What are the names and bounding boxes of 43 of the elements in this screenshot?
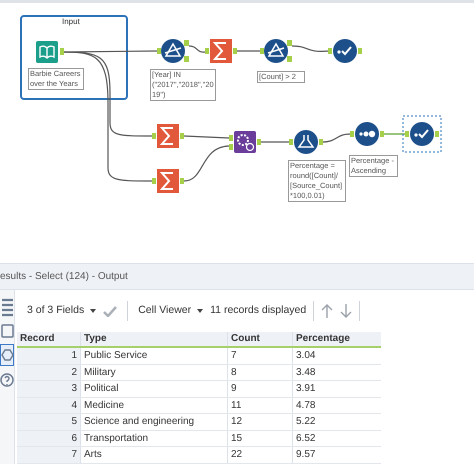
row-number: 3 xyxy=(17,381,80,396)
connector-line xyxy=(184,135,230,139)
connector-line xyxy=(322,133,352,143)
fields-dropdown[interactable]: 3 of 3 Fields xyxy=(27,303,96,319)
column-header[interactable]: Count xyxy=(227,332,292,346)
records-count: 11 records displayed xyxy=(210,303,306,318)
row-number: 2 xyxy=(17,364,80,380)
column-header[interactable]: Record xyxy=(17,332,80,346)
connector-line xyxy=(188,45,206,53)
dropdown-caret-icon[interactable] xyxy=(197,309,204,313)
sigma-icon[interactable] xyxy=(152,124,184,148)
container-title: Input xyxy=(62,16,80,28)
square-icon[interactable] xyxy=(0,324,14,338)
connector-line xyxy=(383,133,406,135)
column-header[interactable]: Percentage xyxy=(292,332,381,346)
book-icon[interactable] xyxy=(36,41,64,63)
check-circle-icon[interactable] xyxy=(328,39,362,63)
viewer-dropdown[interactable]: Cell Viewer xyxy=(138,303,204,319)
gear-icon[interactable] xyxy=(229,131,261,153)
dots-circle-icon[interactable] xyxy=(350,122,384,146)
flask-icon[interactable] xyxy=(289,130,323,154)
arrow-up-icon[interactable] xyxy=(321,304,334,318)
help-icon[interactable] xyxy=(0,372,14,388)
check-icon[interactable] xyxy=(103,306,118,316)
connector-line xyxy=(184,145,230,182)
panel-title: esults - Select (124) - Output xyxy=(0,270,128,284)
list-icon[interactable] xyxy=(2,298,12,318)
row-number: 6 xyxy=(17,430,80,446)
container-frame[interactable] xyxy=(20,15,128,100)
filter-tool-icon[interactable] xyxy=(260,39,292,63)
row-number: 1 xyxy=(17,348,80,364)
dropdown-caret-icon[interactable] xyxy=(90,309,96,313)
filter-tool-icon[interactable] xyxy=(157,39,189,63)
row-number: 5 xyxy=(17,414,80,430)
arrow-down-icon[interactable] xyxy=(340,304,352,318)
connector-line xyxy=(261,141,290,143)
column-header[interactable]: Type xyxy=(80,332,227,346)
connector-line xyxy=(292,45,330,52)
row-number: 4 xyxy=(17,398,80,413)
sigma-icon[interactable] xyxy=(205,39,237,63)
sigma-icon[interactable] xyxy=(152,169,184,193)
connector-line xyxy=(237,50,260,52)
row-number: 7 xyxy=(17,447,80,462)
